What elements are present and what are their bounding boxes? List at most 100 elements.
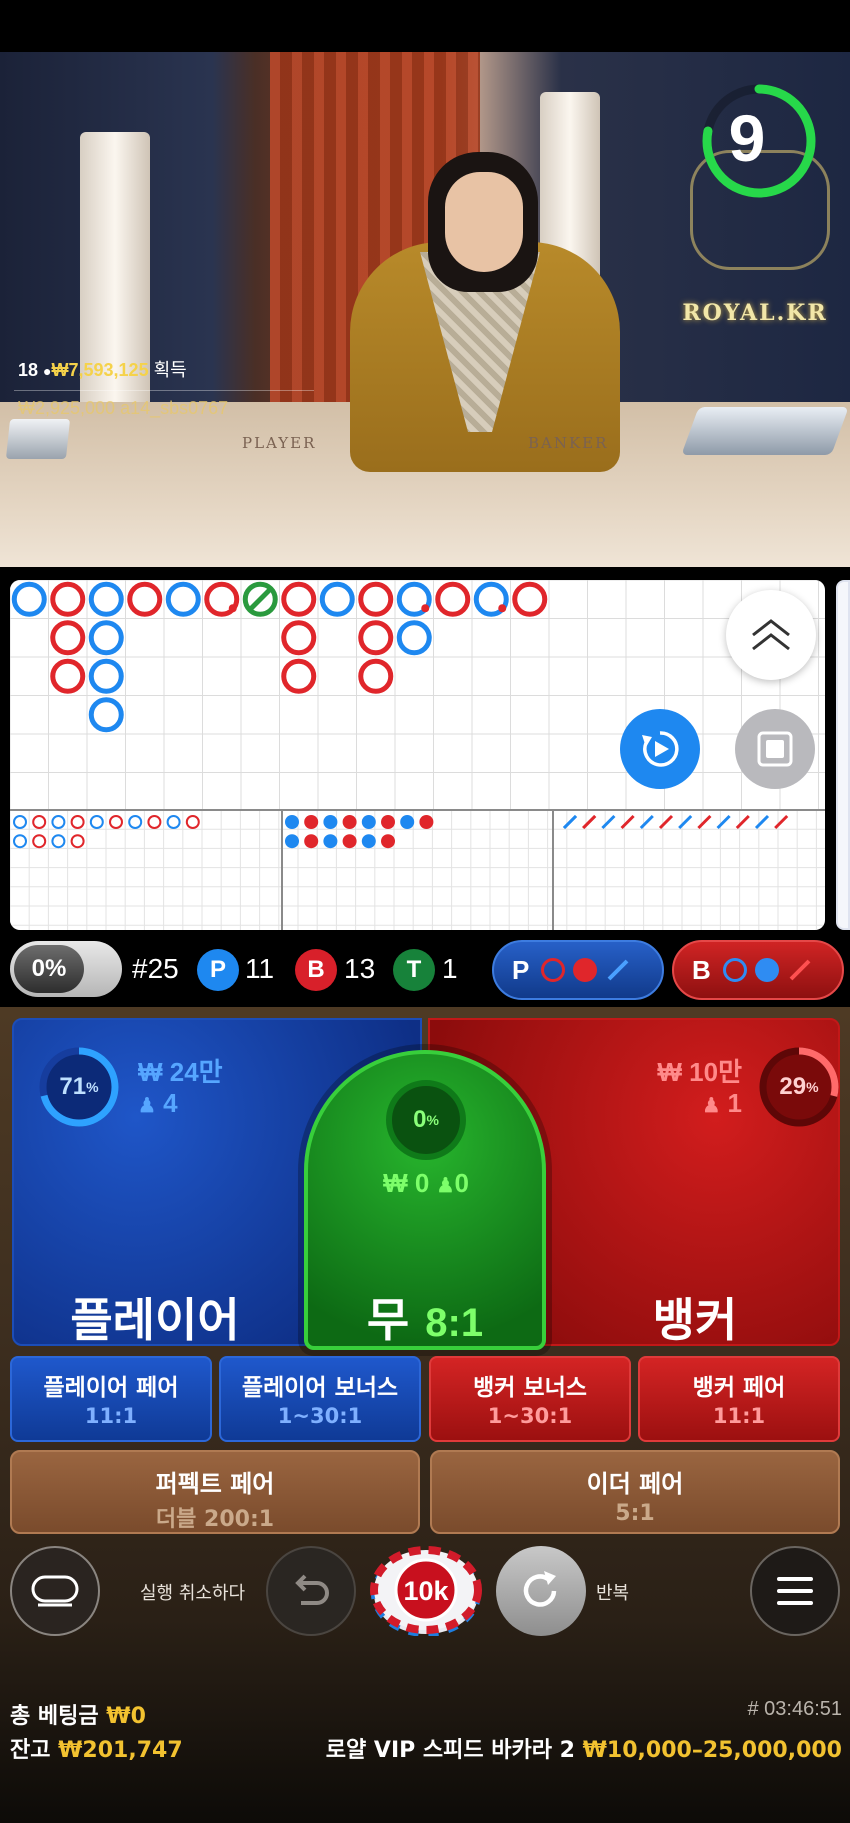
road-circle-B xyxy=(281,581,317,617)
table-view-button[interactable] xyxy=(10,1546,100,1636)
percent-label: 0% xyxy=(14,945,84,993)
replay-icon xyxy=(642,731,679,767)
small-road-mark xyxy=(304,815,319,829)
road-circle-B xyxy=(281,620,317,656)
repeat-icon xyxy=(523,1571,557,1607)
hollow-red-circle-icon xyxy=(541,958,566,982)
replay-button[interactable] xyxy=(620,709,700,789)
small-road-mark xyxy=(323,834,338,849)
small-road-mark xyxy=(285,834,299,849)
percent-toggle[interactable]: 0% xyxy=(10,941,122,997)
menu-button[interactable] xyxy=(750,1546,840,1636)
road-circle-B xyxy=(50,581,86,617)
banker-label: 뱅커 xyxy=(652,1293,738,1347)
brand-logo-text: ROYAL.KR xyxy=(682,300,828,326)
pip-window-button[interactable] xyxy=(735,709,815,789)
small-road-mark xyxy=(400,815,415,829)
table-limits: ₩10,000–25,000,000 xyxy=(582,1738,842,1763)
window-icon xyxy=(757,731,793,767)
balance-label: 잔고 xyxy=(10,1738,51,1763)
pair-marker xyxy=(421,604,430,613)
small-road-mark xyxy=(361,834,376,849)
banker-bonus-bet[interactable]: 뱅커 보너스 1~30:1 xyxy=(429,1356,631,1442)
user-icon: ● xyxy=(43,363,52,379)
small-road-mark xyxy=(342,815,357,829)
perfect-pair-bet[interactable]: 퍼펙트 페어 더블 200:1 xyxy=(10,1450,420,1534)
user-icon: ♟ xyxy=(436,1175,455,1197)
road-circle-P xyxy=(88,581,124,617)
hollow-blue-circle-icon xyxy=(722,958,747,982)
collapse-board-button[interactable] xyxy=(726,590,816,680)
small-road-mark xyxy=(304,834,319,849)
player-bonus-bet[interactable]: 플레이어 보너스 1~30:1 xyxy=(219,1356,421,1442)
big-eye-mark xyxy=(89,815,104,829)
player-bet-amount: ₩ 24만 xyxy=(138,1057,223,1087)
cockroach-mark xyxy=(658,814,674,830)
road-circle-B xyxy=(358,620,394,656)
big-eye-mark xyxy=(185,815,200,829)
repeat-button[interactable] xyxy=(496,1546,586,1636)
solid-red-dot-icon xyxy=(573,958,598,982)
big-eye-mark xyxy=(70,834,85,849)
tie-label-wrap: 무 8:1 xyxy=(330,1284,520,1350)
cockroach-mark xyxy=(601,814,616,830)
cockroach-mark xyxy=(754,814,770,830)
scoreboard[interactable] xyxy=(10,580,825,930)
road-circle-P xyxy=(396,620,432,656)
player-count: 11 xyxy=(245,953,275,984)
table-name: 로얄 VIP 스피드 바카라 2 xyxy=(325,1738,575,1763)
small-road-mark xyxy=(285,815,299,829)
road-circle-B xyxy=(281,658,317,694)
predict-banker-button[interactable]: B xyxy=(672,940,844,1000)
road-circle-B xyxy=(358,581,394,617)
undo-icon xyxy=(295,1574,329,1605)
table-info: 로얄 VIP 스피드 바카라 2 ₩10,000–25,000,000 xyxy=(326,1732,842,1764)
red-slash-icon xyxy=(789,959,811,981)
tie-slash xyxy=(246,585,275,614)
tie-percent: 0% xyxy=(386,1080,466,1160)
chevron-up-double-icon xyxy=(752,619,790,651)
player-pair-bet[interactable]: 플레이어 페어 11:1 xyxy=(10,1356,212,1442)
user-icon: ♟ xyxy=(702,1095,721,1117)
tie-meta: ₩ 0 ♟0 xyxy=(370,1168,482,1199)
undo-button[interactable] xyxy=(266,1546,356,1636)
solid-blue-dot-icon xyxy=(754,958,779,982)
winner-label: 획득 xyxy=(153,360,187,380)
road-circle-B xyxy=(358,658,394,694)
big-eye-mark xyxy=(32,815,47,829)
either-pair-bet[interactable]: 이더 페어 5:1 xyxy=(430,1450,840,1534)
balance-value: ₩201,747 xyxy=(58,1738,183,1763)
player-percent: 71% xyxy=(59,1073,99,1100)
big-eye-mark xyxy=(70,815,85,829)
big-eye-mark xyxy=(128,815,143,829)
winner-user: ₩2,925,000 a14_sbs0767 xyxy=(18,398,229,418)
player-label: 플레이어 xyxy=(70,1293,240,1347)
pair-marker xyxy=(498,604,507,613)
cockroach-mark xyxy=(639,814,654,830)
card-shoe xyxy=(681,407,849,455)
chip-selector[interactable]: 10k xyxy=(368,1546,484,1636)
side-panel-edge[interactable] xyxy=(836,580,850,930)
hamburger-icon xyxy=(777,1577,813,1605)
total-bet: 총 베팅금 ₩0 xyxy=(10,1698,146,1730)
predict-banker-letter: B xyxy=(692,954,711,985)
banker-users: ♟ 1 xyxy=(702,1088,742,1118)
winner-count: 18 xyxy=(18,360,39,380)
card-tray xyxy=(5,419,71,459)
small-road-mark xyxy=(342,834,357,849)
round-id: # 03:46:51 xyxy=(747,1698,842,1720)
cockroach-mark xyxy=(697,814,712,830)
chip-value: 10k xyxy=(403,1576,449,1606)
winner-ticker: 18 ●₩7,593,125 획득 xyxy=(18,356,187,382)
tie-count: 1 xyxy=(442,953,458,984)
table-icon xyxy=(31,1575,79,1607)
repeat-label: 반복 xyxy=(596,1583,630,1604)
banker-pair-bet[interactable]: 뱅커 페어 11:1 xyxy=(638,1356,840,1442)
big-eye-mark xyxy=(51,834,66,849)
predict-player-button[interactable]: P xyxy=(492,940,664,1000)
pair-marker xyxy=(228,604,237,613)
winner-amount: ₩7,593,125 xyxy=(51,360,149,380)
big-eye-mark xyxy=(166,815,181,829)
road-circle-P xyxy=(88,620,124,656)
road-circle-P xyxy=(11,581,47,617)
